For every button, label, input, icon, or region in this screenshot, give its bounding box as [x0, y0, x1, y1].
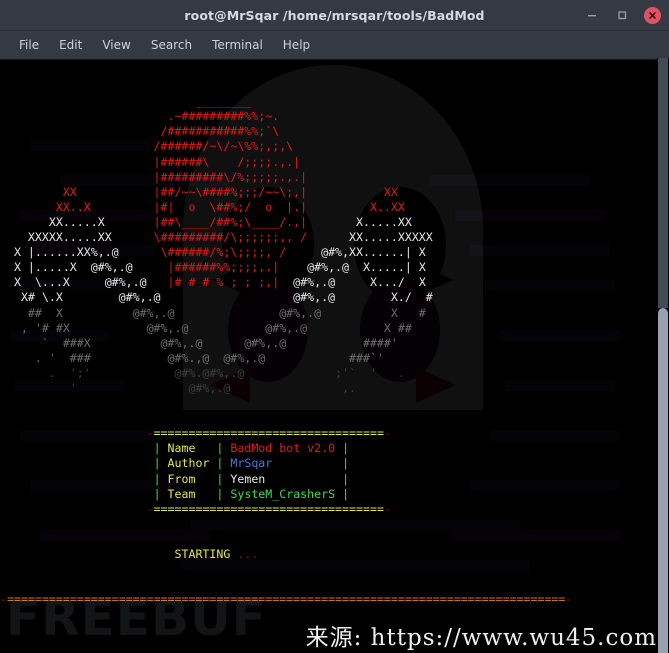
menu-item-help[interactable]: Help — [273, 35, 320, 55]
info-box-row: | Team | SysteM_CrasherS | — [153, 486, 350, 501]
window-controls — [584, 0, 661, 30]
starting-dots: ... — [230, 547, 259, 561]
info-box-row: | Name | BadMod bot v2.0 | — [153, 441, 350, 456]
info-box-label: From — [167, 471, 210, 486]
ascii-art-line: .~#########%%;~. — [0, 109, 280, 124]
starting-text: STARTING — [174, 547, 231, 561]
menu-item-view[interactable]: View — [92, 35, 140, 55]
ascii-art-line: X |......XX%,.@ \######/%;\;;;;, / @#%,X… — [0, 245, 426, 260]
terminal-output-area[interactable]: ________ .~#########%%;~. /###########%%… — [0, 60, 669, 653]
ascii-art-line: XXXXX.....XX \#########/\;;;;;;,, / XX..… — [0, 230, 433, 245]
ascii-art-line: |######\ /;;;;.,.| — [0, 154, 301, 169]
ascii-art-line: |#########\/%;;;;;.,.| — [0, 169, 308, 184]
ascii-art-line: . ';' @#%.@#%,.@ ;'` ' . — [0, 365, 405, 380]
close-icon[interactable] — [644, 6, 661, 24]
window-titlebar[interactable]: root@MrSqar /home/mrsqar/tools/BadMod — [0, 0, 669, 31]
info-box-value: BadMod bot v2.0 — [230, 441, 336, 456]
ascii-art-line: X# \.X @#%,.@ @#%,.@ X./ # — [0, 290, 433, 305]
info-box-border-top: -=================================- — [146, 426, 391, 441]
ascii-art-line: ` ###X @#%,.@ @#%,.@ ####' — [0, 335, 398, 350]
ascii-art-line: /###########%%;`\ — [0, 124, 280, 139]
separator-equals: ========================================… — [6, 592, 566, 607]
minimize-icon[interactable] — [584, 7, 600, 23]
menu-item-file[interactable]: File — [9, 35, 49, 55]
info-box-row: | Author | MrSqar | — [153, 456, 350, 471]
separator-line: -=======================================… — [0, 592, 573, 607]
info-box-label: Author — [167, 456, 210, 471]
starting-line: STARTING ... — [0, 547, 669, 562]
menu-item-terminal[interactable]: Terminal — [202, 35, 273, 55]
separator-prefix: - — [0, 592, 7, 607]
scrollbar-track[interactable] — [658, 58, 668, 308]
terminal-text: ________ .~#########%%;~. /###########%%… — [0, 60, 669, 653]
ascii-art-line: XX..X |#| o \##%;/ o |.| X..XX — [0, 199, 405, 214]
menu-bar: File Edit View Search Terminal Help — [0, 31, 669, 60]
ascii-art-line: . ' ### @#%.,@ @#%,.@ ###`' — [0, 350, 384, 365]
info-box-row: | From | Yemen | — [153, 471, 350, 486]
info-box-value: Yemen — [230, 471, 266, 486]
window-title: root@MrSqar /home/mrsqar/tools/BadMod — [184, 7, 485, 23]
ascii-art-line: X |.....X @#%,.@ |######%%;;;;,.| @#%,.@… — [0, 260, 426, 275]
info-box-value: SysteM_CrasherS — [230, 486, 336, 501]
info-box-label: Team — [167, 486, 210, 501]
menu-item-edit[interactable]: Edit — [49, 35, 92, 55]
ascii-art-line: /######/~\/~\%%;,;,\ — [0, 139, 294, 154]
terminal-window: root@MrSqar /home/mrsqar/tools/BadMod Fi… — [0, 0, 669, 653]
ascii-art-skull: ________ .~#########%%;~. /###########%%… — [0, 94, 669, 396]
scrollbar[interactable] — [657, 58, 669, 653]
ascii-art-line: , '# #X @#%,.@ @#%,.@ X ## — [0, 320, 412, 335]
info-box-label: Name — [167, 441, 210, 456]
info-box-border-bottom: -=================================- — [146, 501, 391, 516]
ascii-art-line: X \...X @#%,.@ |# # # % ; ; ;,| @#%,.@ X… — [0, 275, 426, 290]
info-box-value: MrSqar — [230, 456, 273, 471]
ascii-art-line: XX |##/~~\####%;;;/~~\;,| XX — [0, 184, 398, 199]
ascii-art-line: ________ — [0, 94, 252, 109]
ascii-art-line: XX.....X |##\____/##%;\____/.,| X.....XX — [0, 214, 412, 229]
scrollbar-thumb[interactable] — [658, 308, 668, 653]
info-box: -=================================- | Na… — [0, 426, 669, 517]
menu-options-list: [1] Get all server sites [2] Ip generato… — [0, 638, 669, 653]
maximize-icon[interactable] — [614, 7, 630, 23]
ascii-art-line: ## X @#%,.@ @#%,.@ X # — [0, 305, 426, 320]
menu-item-search[interactable]: Search — [141, 35, 202, 55]
ascii-art-line: ' @#%,.@ ,. — [0, 380, 356, 395]
